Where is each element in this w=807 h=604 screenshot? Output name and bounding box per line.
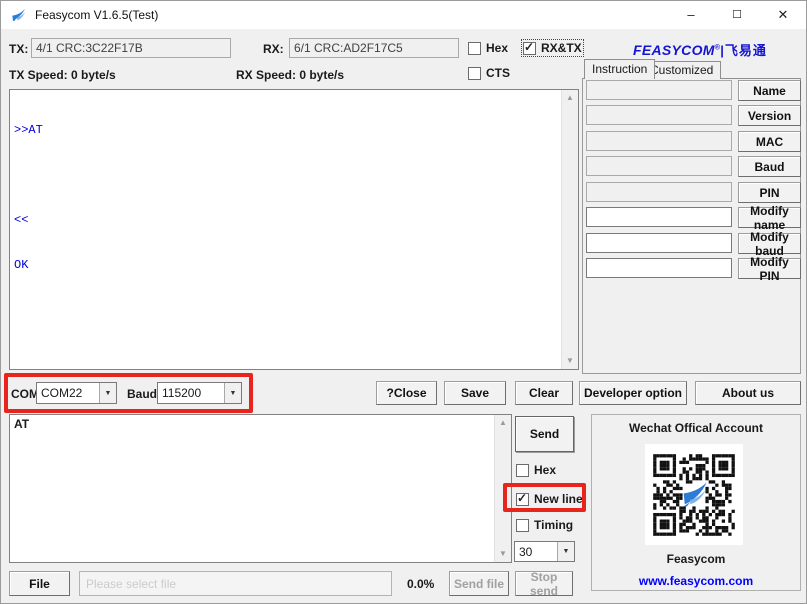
- terminal-line: <<: [14, 213, 557, 228]
- save-button[interactable]: Save: [444, 381, 506, 405]
- tx-label: TX:: [9, 42, 28, 56]
- new-line-label: New line: [534, 492, 583, 506]
- timing-interval-select[interactable]: 30 ▼: [514, 541, 575, 562]
- new-line-checkbox[interactable]: ✓ New line: [516, 492, 583, 506]
- check-icon: ✓: [524, 40, 534, 54]
- version-button[interactable]: Version: [738, 105, 801, 126]
- cts-label: CTS: [486, 66, 510, 80]
- name-button[interactable]: Name: [738, 80, 801, 101]
- scroll-up-icon[interactable]: ▲: [562, 90, 578, 106]
- titlebar: Feasycom V1.6.5(Test) – ☐ ✕: [1, 1, 806, 29]
- brand-text: FEASYCOM: [633, 42, 715, 58]
- version-result-field: [586, 105, 732, 125]
- baud-result-field: [586, 156, 732, 176]
- modify-baud-input[interactable]: [586, 233, 732, 253]
- pin-result-field: [586, 182, 732, 202]
- send-text-content[interactable]: AT: [10, 415, 494, 562]
- modify-name-button[interactable]: Modify name: [738, 207, 801, 228]
- checkbox-box[interactable]: ✓: [523, 42, 536, 55]
- brand-chinese: 飞易通: [725, 43, 767, 58]
- wechat-groupbox: Wechat Offical Account Feasycom www.feas…: [591, 414, 801, 591]
- mac-button[interactable]: MAC: [738, 131, 801, 152]
- wechat-qr-code: [645, 444, 743, 545]
- checkbox-box[interactable]: [516, 519, 529, 532]
- checkbox-box[interactable]: [468, 67, 481, 80]
- send-scrollbar[interactable]: ▲ ▼: [494, 415, 511, 562]
- baud-rate-select[interactable]: 115200 ▼: [157, 382, 242, 404]
- timing-checkbox[interactable]: Timing: [516, 518, 573, 532]
- app-window: Feasycom V1.6.5(Test) – ☐ ✕ TX: 4/1 CRC:…: [0, 0, 807, 604]
- maximize-button[interactable]: ☐: [714, 1, 760, 29]
- chevron-down-icon[interactable]: ▼: [99, 383, 116, 403]
- scroll-up-icon[interactable]: ▲: [495, 415, 511, 431]
- terminal-scrollbar[interactable]: ▲ ▼: [561, 90, 578, 369]
- progress-percent: 0.0%: [407, 577, 434, 591]
- send-text-area[interactable]: AT ▲ ▼: [9, 414, 512, 563]
- timing-label: Timing: [534, 518, 573, 532]
- send-button[interactable]: Send: [515, 416, 574, 452]
- pin-button[interactable]: PIN: [738, 182, 801, 203]
- file-path-input[interactable]: [79, 571, 392, 596]
- rx-speed-label: RX Speed: 0 byte/s: [236, 68, 344, 82]
- checkbox-box[interactable]: [468, 42, 481, 55]
- send-file-button[interactable]: Send file: [449, 571, 509, 596]
- terminal-line: OK: [14, 258, 557, 273]
- com-port-value: COM22: [37, 386, 99, 400]
- modify-pin-input[interactable]: [586, 258, 732, 278]
- hex-send-label: Hex: [534, 463, 556, 477]
- baud-button[interactable]: Baud: [738, 156, 801, 177]
- terminal-line: >>AT: [14, 123, 557, 138]
- timing-interval-value: 30: [515, 545, 557, 559]
- minimize-button[interactable]: –: [668, 1, 714, 29]
- close-button[interactable]: ✕: [760, 1, 806, 29]
- hex-display-label: Hex: [486, 41, 508, 55]
- checkbox-box[interactable]: [516, 464, 529, 477]
- baud-rate-value: 115200: [158, 386, 224, 400]
- file-button[interactable]: File: [9, 571, 70, 596]
- baud-label: Baud: [127, 387, 157, 401]
- about-us-button[interactable]: About us: [695, 381, 801, 405]
- tab-instruction[interactable]: Instruction: [584, 59, 655, 79]
- check-icon: ✓: [517, 491, 527, 505]
- modify-baud-button[interactable]: Modify baud: [738, 233, 801, 254]
- rxtx-label: RX&TX: [541, 41, 582, 55]
- modify-pin-button[interactable]: Modify PIN: [738, 258, 801, 279]
- stop-send-button[interactable]: Stop send: [515, 571, 573, 596]
- wechat-account-name: Feasycom: [592, 552, 800, 566]
- feasycom-brand-logo: FEASYCOM®|飞易通: [633, 40, 767, 59]
- terminal-log: >>AT << OK: [10, 90, 561, 369]
- modify-name-input[interactable]: [586, 207, 732, 227]
- qr-code-image: [651, 452, 737, 538]
- rx-crc-field: 6/1 CRC:AD2F17C5: [289, 38, 459, 58]
- chevron-down-icon[interactable]: ▼: [224, 383, 241, 403]
- cts-checkbox[interactable]: CTS: [468, 66, 510, 80]
- rxtx-checkbox[interactable]: ✓ RX&TX: [523, 41, 582, 55]
- website-link[interactable]: www.feasycom.com: [592, 574, 800, 588]
- chevron-down-icon[interactable]: ▼: [557, 542, 574, 561]
- tx-crc-field: 4/1 CRC:3C22F17B: [31, 38, 231, 58]
- mac-result-field: [586, 131, 732, 151]
- app-logo-icon: [11, 7, 27, 23]
- developer-option-button[interactable]: Developer option: [579, 381, 687, 405]
- checkbox-box[interactable]: ✓: [516, 493, 529, 506]
- scroll-down-icon[interactable]: ▼: [562, 353, 578, 369]
- com-label: COM: [11, 387, 39, 401]
- name-result-field: [586, 80, 732, 100]
- hex-send-checkbox[interactable]: Hex: [516, 463, 556, 477]
- wechat-title: Wechat Offical Account: [592, 421, 800, 435]
- rx-label: RX:: [263, 42, 284, 56]
- scroll-down-icon[interactable]: ▼: [495, 546, 511, 562]
- window-title: Feasycom V1.6.5(Test): [35, 1, 158, 29]
- tx-speed-label: TX Speed: 0 byte/s: [9, 68, 116, 82]
- close-port-button[interactable]: ?Close: [376, 381, 437, 405]
- clear-button[interactable]: Clear: [515, 381, 573, 405]
- com-port-select[interactable]: COM22 ▼: [36, 382, 117, 404]
- terminal-line: [14, 168, 557, 183]
- receive-terminal[interactable]: >>AT << OK ▲ ▼: [9, 89, 579, 370]
- hex-display-checkbox[interactable]: Hex: [468, 41, 508, 55]
